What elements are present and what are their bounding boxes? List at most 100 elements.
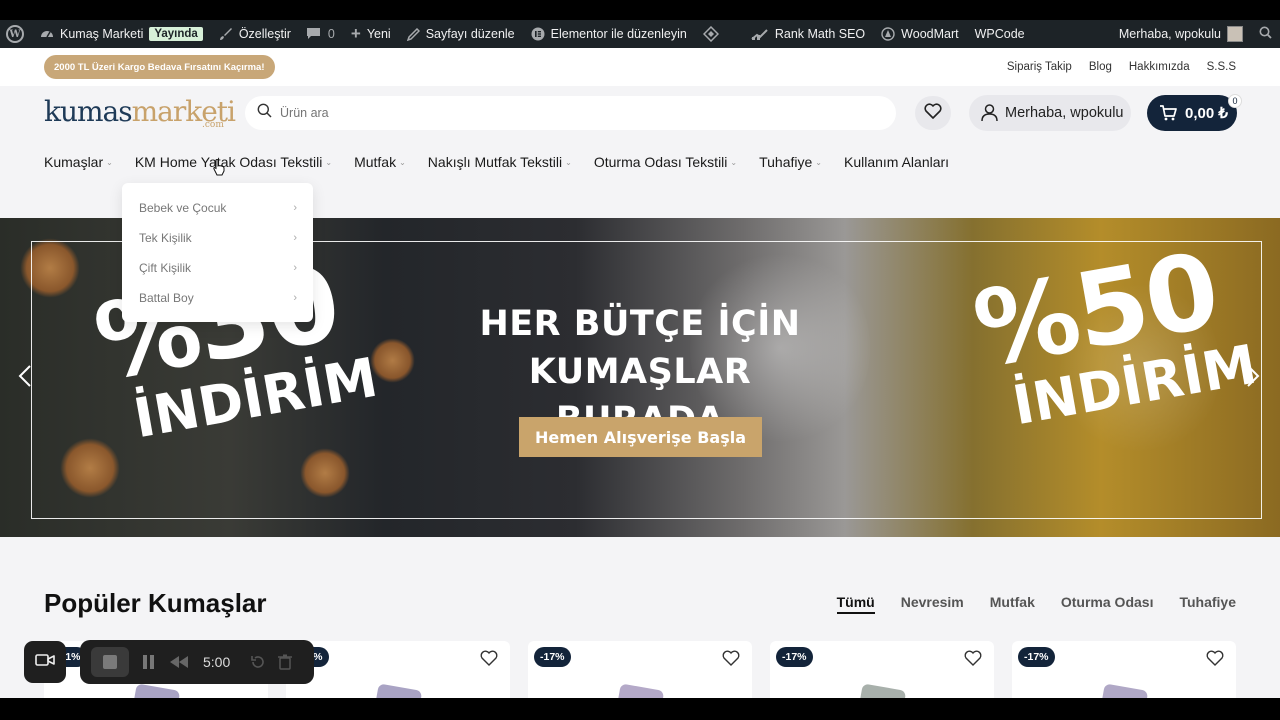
nav-item-km-home[interactable]: KM Home Yatak Odası Tekstili ⌄ [135,154,332,170]
screen: W Kumaş Marketi Yayında Özelleştir 0 + Y… [0,0,1280,720]
dropdown-item-battal-boy[interactable]: Battal Boy › [122,283,313,313]
chevron-right-icon: › [293,232,297,244]
adminbar-right: Merhaba, wpokulu [1111,20,1280,48]
chevron-down-icon: ⌄ [106,157,113,167]
site-name-link[interactable]: Kumaş Marketi Yayında [32,20,211,48]
comments-link[interactable]: 0 [299,20,343,48]
heart-icon[interactable] [722,650,740,671]
top-links: Sipariş Takip Blog Hakkımızda S.S.S [1007,48,1236,86]
cart-icon [1159,105,1177,121]
woodmart-link[interactable]: WoodMart [873,20,966,48]
new-label: Yeni [366,27,391,41]
stop-icon [103,655,117,669]
cart-button[interactable]: 0,00 ₺ [1147,95,1237,131]
search-box [245,96,896,130]
tab-oturma-odasi[interactable]: Oturma Odası [1061,594,1154,614]
chevron-down-icon: ⌄ [730,157,738,167]
slider-next-button[interactable] [1246,365,1260,393]
nav-label: Nakışlı Mutfak Tekstili [427,154,563,170]
heart-icon [924,102,942,124]
nav-item-kumaslar[interactable]: Kumaşlar ⌄ [44,154,113,170]
heart-icon[interactable] [1206,650,1224,671]
elementor-icon [531,27,545,41]
chevron-left-icon [18,365,31,387]
dropdown-item-tek-kisilik[interactable]: Tek Kişilik › [122,223,313,253]
comment-icon [306,28,320,40]
chevron-down-icon: ⌄ [565,157,572,167]
rank-math-icon [751,28,769,40]
heart-icon[interactable] [964,650,982,671]
nav-item-tuhafiye[interactable]: Tuhafiye ⌄ [759,154,822,170]
main-nav: Kumaşlar ⌄ KM Home Yatak Odası Tekstili ⌄ … [44,151,971,173]
search-input[interactable] [280,106,840,120]
toplink-about[interactable]: Hakkımızda [1129,61,1190,73]
greeting-label: Merhaba, wpokulu [1118,27,1221,41]
user-icon [981,104,998,122]
nav-item-kullanim-alanlari[interactable]: Kullanım Alanları [844,154,949,170]
nav-item-oturma-odasi[interactable]: Oturma Odası Tekstili ⌄ [594,154,737,170]
tab-mutfak[interactable]: Mutfak [990,594,1035,614]
customize-label: Özelleştir [238,27,291,41]
edit-page-link[interactable]: Sayfayı düzenle [399,20,523,48]
bottom-letterbox [0,698,1280,720]
comments-count: 0 [327,27,335,41]
nav-item-nakisli-mutfak[interactable]: Nakışlı Mutfak Tekstili ⌄ [428,154,572,170]
customize-link[interactable]: Özelleştir [211,20,299,48]
recorder-pause-button[interactable] [142,654,156,670]
recorder-delete-button[interactable] [278,654,293,670]
recorder-camera-button[interactable] [24,641,66,683]
cart-count-badge: 0 [1228,94,1242,108]
wpcode-label: WPCode [974,27,1025,41]
free-shipping-pill[interactable]: 2000 TL Üzeri Kargo Bedava Fırsatını Kaç… [44,55,275,79]
nav-label: KM Home Yatak Odası Tekstili [134,154,323,170]
nav-label: Kullanım Alanları [844,154,950,170]
top-letterbox [0,0,1280,20]
search-icon [1259,26,1272,42]
discount-badge: -17% [1018,647,1055,667]
chevron-down-icon: ⌄ [399,157,406,167]
restart-icon [251,656,265,668]
tab-tumu[interactable]: Tümü [836,594,875,614]
woodmart-icon [881,27,895,41]
site-logo[interactable]: kumasmarketi .com [44,95,236,131]
discount-badge: -17% [776,647,813,667]
recorder-rewind-button[interactable] [169,655,189,669]
edit-page-label: Sayfayı düzenle [425,27,515,41]
wishlist-button[interactable] [915,96,951,130]
recorder-stop-button[interactable] [91,647,129,677]
hero-cta-button[interactable]: Hemen Alışverişe Başla [519,417,762,457]
tab-nevresim[interactable]: Nevresim [901,594,964,614]
popular-tabs: Tümü Nevresim Mutfak Oturma Odası Tuhafi… [836,594,1236,614]
woodmart-diamond-button[interactable] [695,20,733,48]
new-content-link[interactable]: + Yeni [343,20,399,48]
dropdown-item-bebek-cocuk[interactable]: Bebek ve Çocuk › [122,193,313,223]
recorder-restart-button[interactable] [250,654,266,670]
plus-icon: + [350,24,361,43]
rank-math-link[interactable]: Rank Math SEO [743,20,873,48]
nav-item-mutfak[interactable]: Mutfak ⌄ [354,154,406,170]
nav-label: Tuhafiye [759,154,813,170]
pencil-icon [406,27,420,41]
pause-icon [143,655,154,669]
chevron-right-icon: › [293,202,297,214]
tab-tuhafiye[interactable]: Tuhafiye [1179,594,1236,614]
dropdown-label: Çift Kişilik [139,261,192,275]
account-label: Merhaba, wpokulu [1005,105,1124,121]
toplink-order-tracking[interactable]: Sipariş Takip [1007,61,1072,73]
slider-prev-button[interactable] [18,365,32,393]
elementor-link[interactable]: Elementor ile düzenleyin [523,20,695,48]
adminbar-search-button[interactable] [1251,20,1280,48]
wpcode-link[interactable]: WPCode [967,20,1033,48]
cart-total: 0,00 ₺ [1185,105,1228,122]
account-button[interactable]: Merhaba, wpokulu [969,95,1131,131]
wp-logo-button[interactable]: W [0,20,32,48]
my-account-link[interactable]: Merhaba, wpokulu [1111,20,1251,48]
dropdown-item-cift-kisilik[interactable]: Çift Kişilik › [122,253,313,283]
rewind-icon [170,656,188,668]
heart-icon[interactable] [480,650,498,671]
video-camera-icon [35,653,55,672]
toplink-blog[interactable]: Blog [1089,61,1112,73]
toplink-faq[interactable]: S.S.S [1207,61,1236,73]
chevron-right-icon: › [293,262,297,274]
recorder-time: 5:00 [203,654,231,670]
